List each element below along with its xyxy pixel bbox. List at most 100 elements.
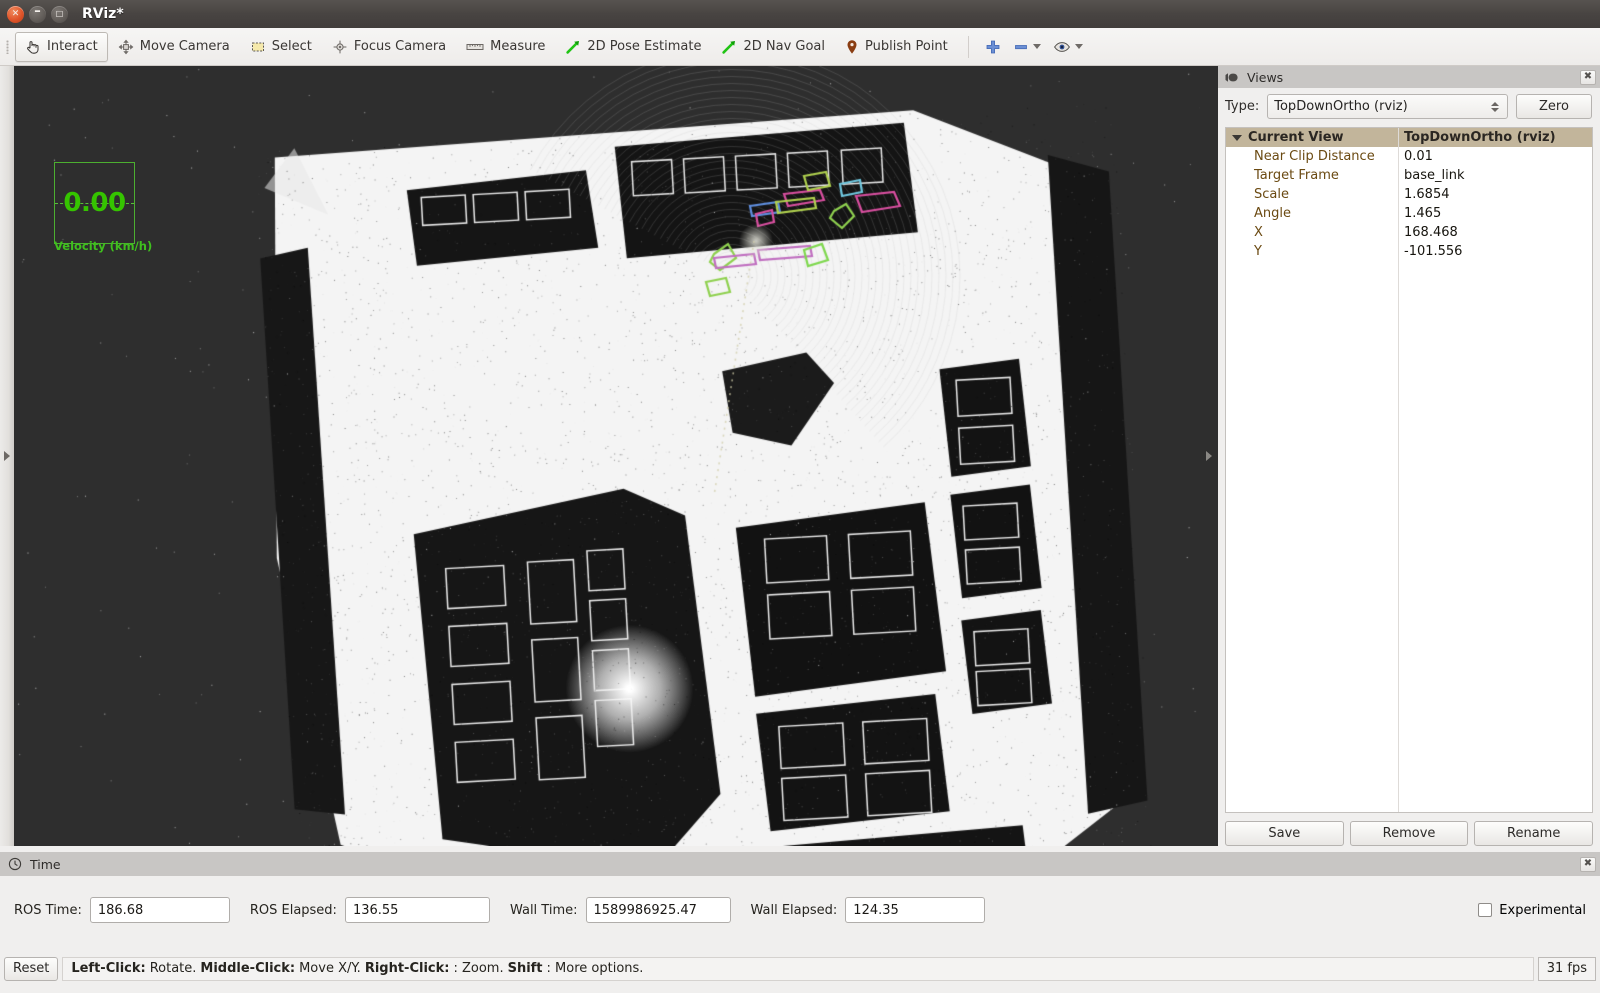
views-panel-title: Views: [1247, 69, 1284, 85]
tree-row-value[interactable]: base_link: [1398, 168, 1464, 183]
tool-move-camera-label: Move Camera: [139, 39, 230, 54]
wall-time-input[interactable]: 1589986925.47: [585, 897, 731, 923]
wall-elapsed-field: Wall Elapsed: 124.35: [751, 897, 986, 923]
reset-button-label: Reset: [13, 961, 50, 976]
tool-2d-nav-goal[interactable]: 2D Nav Goal: [711, 32, 835, 62]
tool-2d-pose-estimate[interactable]: 2D Pose Estimate: [555, 32, 711, 62]
time-panel-header: Time ✖: [0, 852, 1600, 876]
minimize-icon: –: [34, 4, 41, 19]
pointcloud-map: [14, 66, 1200, 846]
tree-row-value[interactable]: 1.465: [1398, 206, 1441, 221]
clock-icon: [8, 857, 22, 871]
tree-header-row[interactable]: Current View TopDownOrtho (rviz): [1226, 128, 1592, 147]
zero-button-label: Zero: [1539, 99, 1569, 114]
tree-row-value[interactable]: -101.556: [1398, 244, 1462, 259]
green-arrow-icon: [721, 39, 737, 55]
views-panel-header: Views ✖: [1218, 66, 1600, 88]
time-panel-close-button[interactable]: ✖: [1580, 856, 1596, 872]
hand-cursor-icon: [25, 39, 41, 55]
tree-header-property: Current View: [1248, 130, 1344, 145]
expand-right-triangle-icon: [4, 451, 10, 461]
view-type-select[interactable]: TopDownOrtho (rviz): [1267, 94, 1508, 119]
hint-part: : More options.: [546, 961, 644, 976]
rename-view-label: Rename: [1507, 826, 1561, 841]
tree-row[interactable]: Scale 1.6854: [1226, 185, 1592, 204]
hint-part: Rotate.: [149, 961, 197, 976]
tree-row-property: X: [1254, 225, 1263, 240]
rename-view-button[interactable]: Rename: [1474, 821, 1594, 846]
title-bar: ✕ – □ RViz*: [0, 0, 1600, 28]
tool-move-camera[interactable]: Move Camera: [108, 32, 240, 62]
view-properties-tree[interactable]: Current View TopDownOrtho (rviz) Near Cl…: [1225, 127, 1593, 813]
tree-header-value: TopDownOrtho (rviz): [1404, 130, 1556, 145]
tree-row-value[interactable]: 0.01: [1398, 149, 1433, 164]
views-panel: Views ✖ Type: TopDownOrtho (rviz) Zero C…: [1218, 66, 1600, 846]
hint-part: : Zoom.: [453, 961, 504, 976]
3d-render-view[interactable]: 0.00 Velocity (km/h): [14, 66, 1200, 846]
tree-row-value[interactable]: 1.6854: [1398, 187, 1450, 202]
tree-row[interactable]: Y -101.556: [1226, 242, 1592, 261]
save-view-button[interactable]: Save: [1225, 821, 1344, 846]
tree-row-value[interactable]: 168.468: [1398, 225, 1458, 240]
tree-column-splitter[interactable]: [1398, 128, 1399, 812]
eye-icon: [1053, 39, 1071, 55]
mouse-hint-bar: Left-Click: Rotate. Middle-Click: Move X…: [62, 956, 1534, 981]
tool-publish-point[interactable]: Publish Point: [835, 32, 958, 62]
views-panel-close-button[interactable]: ✖: [1580, 69, 1596, 85]
ros-elapsed-input[interactable]: 136.55: [344, 897, 490, 923]
tree-row[interactable]: Near Clip Distance 0.01: [1226, 147, 1592, 166]
tree-row-property: Near Clip Distance: [1254, 149, 1375, 164]
remove-display-button[interactable]: [1007, 32, 1047, 62]
camera-icon: [1225, 72, 1240, 83]
maximize-icon: □: [55, 9, 64, 18]
visibility-button[interactable]: [1047, 32, 1089, 62]
tool-interact-label: Interact: [47, 39, 98, 54]
tool-select-label: Select: [271, 39, 312, 54]
tool-interact[interactable]: Interact: [15, 31, 108, 62]
view-type-row: Type: TopDownOrtho (rviz) Zero: [1218, 88, 1600, 125]
window-close-button[interactable]: ✕: [7, 5, 24, 23]
window-maximize-button[interactable]: □: [51, 5, 68, 23]
right-panel-collapse-handle[interactable]: [1200, 66, 1218, 846]
ros-time-field: ROS Time: 186.68: [14, 897, 230, 923]
wall-elapsed-input[interactable]: 124.35: [845, 897, 986, 923]
hint-part: Move X/Y.: [299, 961, 361, 976]
remove-view-button[interactable]: Remove: [1349, 821, 1469, 846]
left-panel-expand-handle[interactable]: [0, 66, 14, 846]
velocity-overlay-label: Velocity (km/h): [54, 239, 153, 253]
experimental-checkbox-row[interactable]: Experimental: [1478, 903, 1586, 918]
tree-row-property: Scale: [1254, 187, 1289, 202]
chevron-down-icon: [1032, 44, 1041, 49]
tool-focus-camera[interactable]: Focus Camera: [322, 32, 456, 62]
view-type-label: Type:: [1225, 99, 1260, 114]
view-type-value: TopDownOrtho (rviz): [1274, 99, 1408, 114]
experimental-checkbox[interactable]: [1478, 903, 1493, 917]
reset-button[interactable]: Reset: [4, 956, 59, 981]
tree-row[interactable]: Target Frame base_link: [1226, 166, 1592, 185]
views-panel-buttons: Save Remove Rename: [1218, 813, 1600, 846]
select-box-icon: [250, 39, 266, 55]
close-icon: ✖: [1583, 71, 1593, 82]
green-arrow-icon: [565, 39, 581, 55]
status-bar: Reset Left-Click: Rotate. Middle-Click: …: [0, 944, 1600, 993]
close-icon: ✖: [1583, 858, 1593, 869]
ros-time-input[interactable]: 186.68: [89, 897, 230, 923]
tool-measure[interactable]: Measure: [456, 32, 555, 62]
zero-button[interactable]: Zero: [1516, 94, 1592, 119]
tool-focus-camera-label: Focus Camera: [353, 39, 447, 54]
hint-part: Shift: [507, 961, 543, 976]
move-camera-icon: [118, 39, 134, 55]
velocity-value: 0.00: [63, 188, 126, 218]
remove-view-label: Remove: [1382, 826, 1436, 841]
tree-row[interactable]: Angle 1.465: [1226, 204, 1592, 223]
velocity-overlay-box: 0.00: [54, 162, 135, 244]
tool-select[interactable]: Select: [240, 32, 322, 62]
tree-row[interactable]: X 168.468: [1226, 223, 1592, 242]
window-minimize-button[interactable]: –: [29, 4, 46, 23]
add-display-button[interactable]: [979, 32, 1007, 62]
tree-row-property: Y: [1254, 244, 1262, 259]
hint-part: Middle-Click:: [200, 961, 296, 976]
toolbar-grip[interactable]: [2, 36, 13, 58]
chevron-down-icon[interactable]: [1232, 134, 1242, 141]
wall-time-field: Wall Time: 1589986925.47: [510, 897, 731, 923]
